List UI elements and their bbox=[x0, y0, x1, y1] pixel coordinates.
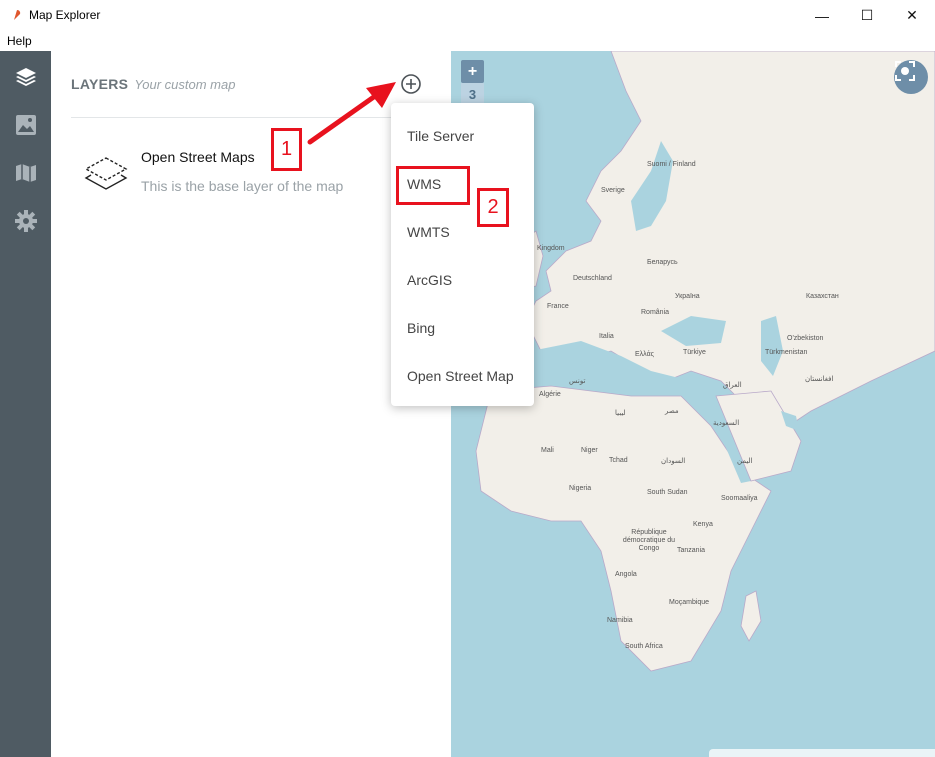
close-icon: ✕ bbox=[906, 7, 918, 23]
sidebar-item-maps[interactable] bbox=[0, 149, 51, 197]
menu-item-arcgis[interactable]: ArcGIS bbox=[407, 272, 452, 288]
map-label: Казахстан bbox=[806, 293, 839, 300]
wms-highlight-outline bbox=[396, 166, 470, 205]
map-label: ليبيا bbox=[615, 410, 626, 417]
step-2-badge: 2 bbox=[477, 188, 509, 227]
map-icon bbox=[15, 164, 36, 182]
map-label: Беларусь bbox=[647, 259, 678, 266]
map-label: Soomaaliya bbox=[721, 495, 758, 502]
close-button[interactable]: ✕ bbox=[889, 0, 935, 31]
focus-target-icon bbox=[895, 61, 915, 81]
add-layer-button[interactable] bbox=[400, 73, 422, 95]
step-1-badge: 1 bbox=[271, 128, 302, 171]
map-label: تونس bbox=[569, 378, 586, 385]
map-label: Sverige bbox=[601, 187, 625, 194]
panel-header: LAYERS Your custom map bbox=[71, 76, 235, 92]
map-label: السعودية bbox=[713, 420, 740, 427]
layer-stack-icon bbox=[84, 157, 128, 190]
map-label: Kingdom bbox=[537, 245, 565, 252]
map-label: O'zbekiston bbox=[787, 335, 824, 342]
minimize-icon: — bbox=[815, 7, 829, 24]
window-title: Map Explorer bbox=[29, 8, 101, 22]
zoom-in-button[interactable]: + bbox=[461, 60, 484, 83]
sidebar-item-settings[interactable] bbox=[0, 197, 51, 245]
map-label: Moçambique bbox=[669, 599, 710, 606]
zoom-level: 3 bbox=[461, 83, 484, 105]
map-label: Tchad bbox=[609, 457, 628, 464]
app-logo-icon bbox=[14, 9, 21, 20]
sidebar-item-layers[interactable] bbox=[0, 53, 51, 101]
map-label: افغانستان bbox=[805, 376, 834, 383]
plus-icon: + bbox=[467, 62, 478, 80]
menu-item-wmts[interactable]: WMTS bbox=[407, 224, 450, 240]
map-label: Mali bbox=[541, 447, 554, 454]
maximize-icon: ☐ bbox=[860, 7, 874, 23]
annotation-arrow bbox=[307, 82, 396, 145]
map-label: Tanzania bbox=[677, 547, 706, 554]
map-label: Italia bbox=[599, 333, 614, 340]
panel-subtitle: Your custom map bbox=[134, 77, 236, 92]
menu-item-open-street-map[interactable]: Open Street Map bbox=[407, 368, 514, 384]
map-label: South Sudan bbox=[647, 489, 688, 496]
menu-item-tile-server[interactable]: Tile Server bbox=[407, 128, 474, 144]
layer-item[interactable]: Open Street Maps This is the base layer … bbox=[71, 136, 431, 206]
gear-icon bbox=[14, 210, 37, 232]
layers-icon bbox=[15, 68, 36, 86]
map-label: Türkiye bbox=[683, 349, 706, 356]
layer-description: This is the base layer of the map bbox=[141, 178, 344, 194]
layer-name: Open Street Maps bbox=[141, 149, 255, 165]
map-label: مصر bbox=[665, 408, 679, 415]
menu-bar: Help bbox=[0, 31, 935, 51]
map-label: România bbox=[641, 309, 670, 316]
add-layer-menu: Tile Server WMS WMTS ArcGIS Bing Open St… bbox=[391, 103, 534, 406]
locate-button[interactable] bbox=[894, 60, 928, 94]
map-label: Ελλάς bbox=[635, 351, 654, 358]
map-label: République démocratique du Congo bbox=[622, 529, 676, 552]
map-label: Nigeria bbox=[569, 485, 592, 492]
map-label: Namibia bbox=[607, 617, 633, 624]
maximize-button[interactable]: ☐ bbox=[844, 0, 890, 31]
menu-help[interactable]: Help bbox=[7, 34, 32, 48]
map-label: Deutschland bbox=[573, 275, 612, 282]
sidebar-item-images[interactable] bbox=[0, 101, 51, 149]
map-label: اليمن bbox=[737, 458, 753, 465]
image-icon bbox=[15, 115, 36, 135]
panel-title: LAYERS bbox=[71, 76, 129, 92]
map-label: Algérie bbox=[539, 391, 561, 398]
map-label: السودان bbox=[661, 458, 686, 465]
map-label: Türkmenistan bbox=[765, 349, 808, 356]
sidebar-rail bbox=[0, 51, 51, 757]
menu-item-bing[interactable]: Bing bbox=[407, 320, 435, 336]
map-label: South Africa bbox=[625, 643, 663, 650]
title-bar: Map Explorer — ☐ ✕ bbox=[0, 0, 935, 31]
map-label: Niger bbox=[581, 447, 598, 454]
map-label: Angola bbox=[615, 571, 637, 578]
map-attribution bbox=[709, 749, 935, 757]
map-label: Україна bbox=[675, 293, 700, 300]
map-label: France bbox=[547, 303, 569, 310]
map-label: Kenya bbox=[693, 521, 713, 528]
map-label: العراق bbox=[723, 382, 742, 389]
minimize-button[interactable]: — bbox=[799, 0, 845, 31]
map-label: Suomi / Finland bbox=[647, 161, 696, 168]
